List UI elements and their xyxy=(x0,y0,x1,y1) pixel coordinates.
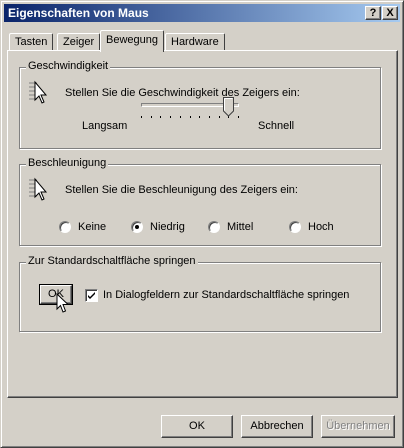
window-title: Eigenschaften von Maus xyxy=(8,6,149,20)
radio-hoch[interactable] xyxy=(289,221,301,233)
slider-tick xyxy=(209,116,210,118)
help-icon: ? xyxy=(369,7,377,19)
acceleration-description: Stellen Sie die Beschleunigung des Zeige… xyxy=(65,184,298,196)
radio-niedrig[interactable] xyxy=(131,221,143,233)
mouse-acceleration-icon xyxy=(29,177,48,201)
tab-label: Bewegung xyxy=(106,34,158,46)
mouse-properties-window: Eigenschaften von Maus ? X Tasten Zeiger… xyxy=(0,0,404,448)
checkmark-icon xyxy=(88,292,95,299)
radio-label: Niedrig xyxy=(150,221,185,233)
slider-tick xyxy=(199,116,200,118)
apply-button-label: Übernehmen xyxy=(326,420,390,432)
close-icon: X xyxy=(386,7,394,19)
slider-tick xyxy=(180,116,181,118)
tab-bewegung[interactable]: Bewegung xyxy=(100,30,164,52)
close-button[interactable]: X xyxy=(382,6,398,20)
slider-tick xyxy=(190,116,191,118)
radio-label: Keine xyxy=(78,221,107,233)
radio-selected-dot xyxy=(135,225,139,229)
radio-keine[interactable] xyxy=(59,221,71,233)
speed-legend: Geschwindigkeit xyxy=(26,60,111,72)
speed-label-slow: Langsam xyxy=(82,120,128,132)
snap-legend: Zur Standardschaltfläche springen xyxy=(26,255,198,267)
speed-slider-thumb[interactable] xyxy=(223,97,234,117)
speed-description: Stellen Sie die Geschwindigkeit des Zeig… xyxy=(65,87,300,99)
slider-tick xyxy=(219,116,220,118)
tab-tasten[interactable]: Tasten xyxy=(9,33,54,51)
snap-checkbox[interactable] xyxy=(85,289,98,302)
tab-label: Hardware xyxy=(171,36,219,48)
tab-label: Tasten xyxy=(15,36,48,48)
apply-button[interactable]: Übernehmen xyxy=(321,415,395,438)
cancel-button[interactable]: Abbrechen xyxy=(241,415,313,438)
help-button[interactable]: ? xyxy=(365,6,381,20)
tab-zeiger[interactable]: Zeiger xyxy=(57,33,101,51)
tab-label: Zeiger xyxy=(63,36,95,48)
snap-checkbox-label[interactable]: In Dialogfeldern zur Standardschaltfläch… xyxy=(103,289,349,301)
ok-button-label: OK xyxy=(189,420,205,432)
speed-group: Geschwindigkeit Stellen Sie die Geschwin… xyxy=(19,60,381,149)
slider-tick xyxy=(151,116,152,118)
mouse-speed-icon xyxy=(29,80,48,104)
slider-tick xyxy=(160,116,161,118)
title-bar[interactable]: Eigenschaften von Maus ? X xyxy=(4,4,400,22)
mouse-pointer-icon xyxy=(56,293,70,313)
slider-tick xyxy=(170,116,171,118)
ok-button[interactable]: OK xyxy=(161,415,233,438)
radio-mittel[interactable] xyxy=(208,221,220,233)
slider-tick xyxy=(238,116,239,118)
acceleration-legend: Beschleunigung xyxy=(26,157,109,169)
cancel-button-label: Abbrechen xyxy=(250,420,304,432)
tab-hardware[interactable]: Hardware xyxy=(165,33,225,51)
tab-panel-bewegung: Geschwindigkeit Stellen Sie die Geschwin… xyxy=(7,50,398,398)
speed-label-fast: Schnell xyxy=(258,120,295,132)
acceleration-group: Beschleunigung Stellen Sie die Beschleun… xyxy=(19,157,381,246)
snap-to-default-group: Zur Standardschaltfläche springen OK In … xyxy=(19,255,381,332)
slider-tick xyxy=(141,116,142,118)
radio-label: Mittel xyxy=(227,221,254,233)
radio-label: Hoch xyxy=(308,221,334,233)
